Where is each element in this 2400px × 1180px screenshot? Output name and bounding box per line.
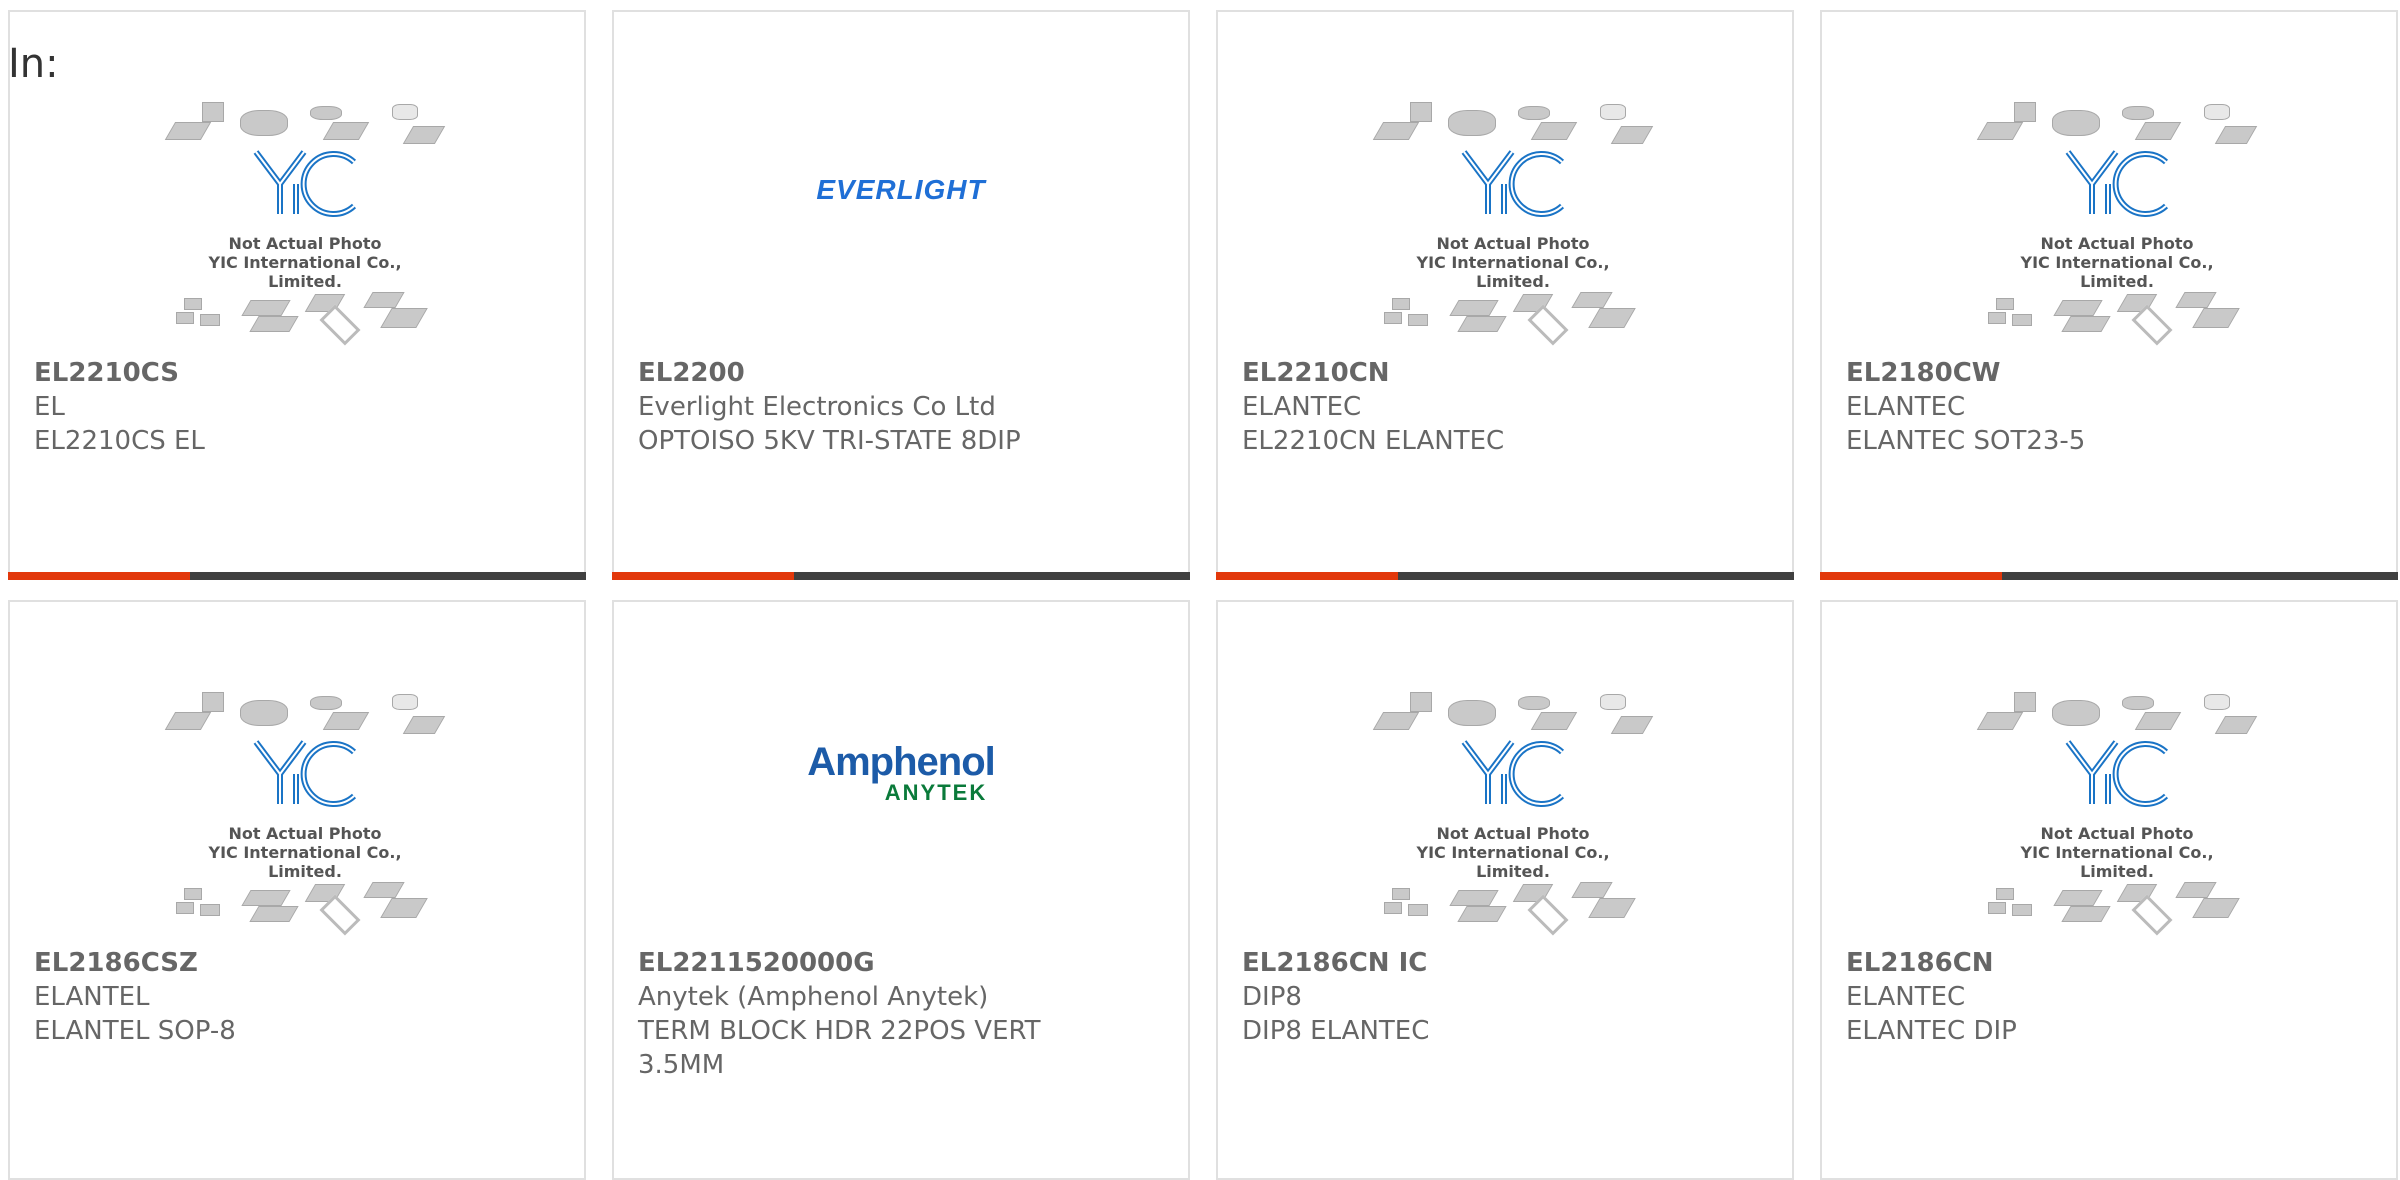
description: TERM BLOCK HDR 22POS VERT	[638, 1016, 1041, 1046]
product-info: EL2186CN IC DIP8 DIP8 ELANTEC	[1242, 946, 1768, 1048]
product-image[interactable]: Not Actual Photo YIC International Co., …	[1218, 692, 1792, 942]
product-grid: Not Actual Photo YIC International Co., …	[0, 0, 2400, 1180]
product-image[interactable]: Not Actual Photo YIC International Co., …	[1218, 102, 1792, 352]
not-actual-photo-image: Not Actual Photo YIC International Co., …	[164, 102, 446, 346]
product-info: EL2210CN ELANTEC EL2210CN ELANTEC	[1242, 356, 1768, 458]
yic-logo	[253, 740, 357, 807]
description: DIP8 ELANTEC	[1242, 1016, 1430, 1046]
manufacturer: ELANTEC	[1242, 392, 1362, 422]
part-number-link[interactable]: EL2211520000G	[638, 946, 1164, 980]
card-bottom-bar	[8, 572, 586, 580]
not-actual-photo-image: Not Actual Photo YIC International Co., …	[1372, 102, 1654, 346]
description: EL2210CS EL	[34, 426, 205, 456]
yic-logo	[1461, 150, 1565, 217]
description: ELANTEC DIP	[1846, 1016, 2017, 1046]
manufacturer: ELANTEL	[34, 982, 150, 1012]
product-info: EL2180CW ELANTEC ELANTEC SOT23-5	[1846, 356, 2372, 458]
part-number-link[interactable]: EL2186CSZ	[34, 946, 560, 980]
product-image[interactable]: EVERLIGHT	[614, 102, 1188, 352]
product-card[interactable]: Not Actual Photo YIC International Co., …	[1216, 10, 1794, 580]
not-actual-photo-image: Not Actual Photo YIC International Co., …	[1976, 692, 2258, 936]
manufacturer: Anytek (Amphenol Anytek)	[638, 982, 989, 1012]
part-number-link[interactable]: EL2180CW	[1846, 356, 2372, 390]
product-image[interactable]: Not Actual Photo YIC International Co., …	[1822, 102, 2396, 352]
part-number-link[interactable]: EL2210CN	[1242, 356, 1768, 390]
not-actual-photo-image: Not Actual Photo YIC International Co., …	[164, 692, 446, 936]
manufacturer: Everlight Electronics Co Ltd	[638, 392, 996, 422]
part-number-link[interactable]: EL2186CN	[1846, 946, 2372, 980]
part-number-link[interactable]: EL2186CN IC	[1242, 946, 1768, 980]
manufacturer: ELANTEC	[1846, 392, 1966, 422]
product-card[interactable]: EVERLIGHT EL2200 Everlight Electronics C…	[612, 10, 1190, 580]
product-info: EL2186CN ELANTEC ELANTEC DIP	[1846, 946, 2372, 1048]
product-card[interactable]: Not Actual Photo YIC International Co., …	[8, 600, 586, 1180]
manufacturer: DIP8	[1242, 982, 1302, 1012]
description: OPTOISO 5KV TRI-STATE 8DIP	[638, 426, 1021, 456]
product-card[interactable]: Not Actual Photo YIC International Co., …	[1820, 600, 2398, 1180]
product-card[interactable]: Amphenol ANYTEK EL2211520000G Anytek (Am…	[612, 600, 1190, 1180]
in-label: In:	[8, 41, 59, 87]
card-bottom-bar	[612, 572, 1190, 580]
yic-logo	[253, 150, 357, 217]
product-image[interactable]: Amphenol ANYTEK	[614, 692, 1188, 942]
product-image[interactable]: Not Actual Photo YIC International Co., …	[1822, 692, 2396, 942]
description: EL2210CN ELANTEC	[1242, 426, 1505, 456]
product-image[interactable]: Not Actual Photo YIC International Co., …	[10, 692, 584, 942]
manufacturer: EL	[34, 392, 65, 422]
description-continued: 3.5MM	[638, 1050, 725, 1080]
product-info: EL2211520000G Anytek (Amphenol Anytek) T…	[638, 946, 1164, 1082]
card-bottom-bar	[1820, 572, 2398, 580]
card-bottom-bar	[1216, 572, 1794, 580]
manufacturer: ELANTEC	[1846, 982, 1966, 1012]
product-info: EL2200 Everlight Electronics Co Ltd OPTO…	[638, 356, 1164, 458]
product-info: EL2210CS EL EL2210CS EL	[34, 356, 560, 458]
product-image[interactable]: Not Actual Photo YIC International Co., …	[10, 102, 584, 352]
yic-logo	[2065, 740, 2169, 807]
not-actual-photo-image: Not Actual Photo YIC International Co., …	[1372, 692, 1654, 936]
product-info: EL2186CSZ ELANTEL ELANTEL SOP-8	[34, 946, 560, 1048]
description: ELANTEL SOP-8	[34, 1016, 236, 1046]
product-card[interactable]: Not Actual Photo YIC International Co., …	[8, 10, 586, 580]
product-card[interactable]: Not Actual Photo YIC International Co., …	[1216, 600, 1794, 1180]
description: ELANTEC SOT23-5	[1846, 426, 2086, 456]
yic-logo	[2065, 150, 2169, 217]
part-number-link[interactable]: EL2210CS	[34, 356, 560, 390]
everlight-logo: EVERLIGHT	[816, 174, 986, 205]
not-actual-photo-image: Not Actual Photo YIC International Co., …	[1976, 102, 2258, 346]
product-card[interactable]: Not Actual Photo YIC International Co., …	[1820, 10, 2398, 580]
yic-logo	[1461, 740, 1565, 807]
part-number-link[interactable]: EL2200	[638, 356, 1164, 390]
amphenol-anytek-logo: Amphenol ANYTEK	[807, 740, 996, 805]
